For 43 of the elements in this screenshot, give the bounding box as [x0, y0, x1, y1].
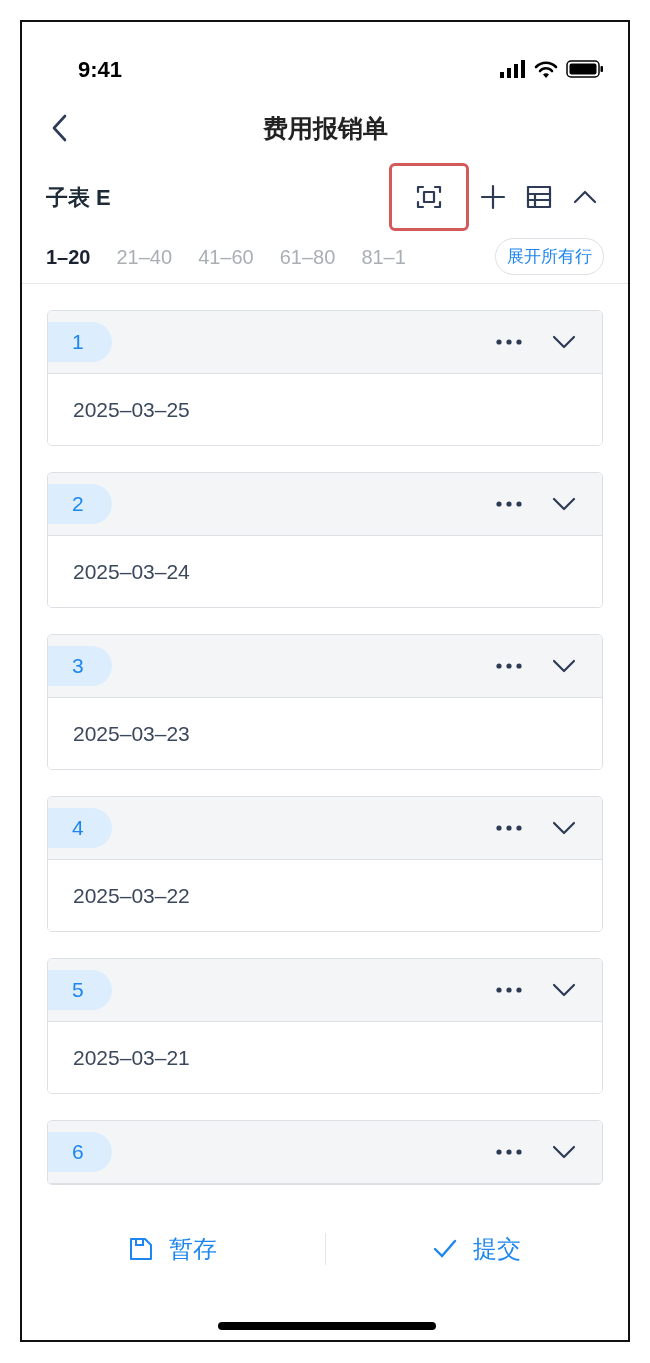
section-title: 子表 E — [46, 183, 111, 212]
wifi-icon — [534, 60, 558, 78]
more-icon[interactable] — [496, 987, 522, 993]
page-tab[interactable]: 61–80 — [279, 241, 336, 272]
more-icon[interactable] — [496, 663, 522, 669]
save-icon — [129, 1237, 154, 1261]
signal-icon — [500, 60, 526, 78]
date-value: 2025–03–23 — [73, 720, 190, 747]
status-time: 9:41 — [78, 55, 123, 84]
expand-icon[interactable] — [552, 1145, 576, 1159]
expand-icon[interactable] — [552, 983, 576, 997]
submit-button[interactable]: 提交 — [325, 1209, 628, 1289]
row-number: 1 — [48, 322, 112, 362]
row-number: 4 — [48, 808, 112, 848]
page-tab[interactable]: 1–20 — [46, 241, 91, 272]
date-value: 2025–03–21 — [73, 1044, 190, 1071]
page-tab[interactable]: 41–60 — [198, 241, 254, 272]
table-icon — [526, 184, 552, 210]
save-button[interactable]: 暂存 — [22, 1209, 325, 1289]
expand-icon[interactable] — [552, 335, 576, 349]
page-title: 费用报销单 — [262, 113, 388, 145]
expand-all-button[interactable]: 展开所有行 — [495, 237, 604, 276]
expand-icon[interactable] — [552, 821, 576, 835]
page-tab[interactable]: 81–1 — [361, 241, 406, 272]
row-number: 3 — [48, 646, 112, 686]
scan-button[interactable] — [392, 166, 466, 228]
add-icon — [480, 184, 506, 210]
row-number: 2 — [48, 484, 112, 524]
more-icon[interactable] — [496, 339, 522, 345]
more-icon[interactable] — [496, 825, 522, 831]
more-icon[interactable] — [496, 501, 522, 507]
battery-icon — [566, 60, 604, 78]
back-icon[interactable] — [52, 114, 68, 142]
row-number: 5 — [48, 970, 112, 1010]
page-tab[interactable]: 21–40 — [116, 241, 173, 272]
more-icon[interactable] — [496, 1149, 522, 1155]
date-value: 2025–03–22 — [73, 882, 190, 909]
date-value: 2025–03–24 — [73, 558, 190, 585]
row-number: 6 — [48, 1132, 112, 1172]
expand-icon[interactable] — [552, 659, 576, 673]
scan-icon — [416, 184, 442, 210]
date-value: 2025–03–25 — [73, 396, 190, 423]
expand-icon[interactable] — [552, 497, 576, 511]
